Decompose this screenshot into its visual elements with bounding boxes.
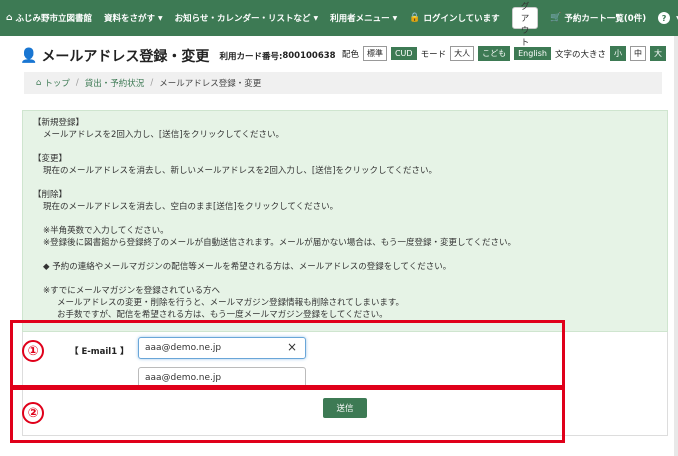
text-size-medium-button[interactable]: 中 xyxy=(630,46,646,61)
change-text: 現在のメールアドレスを消去し、新しいメールアドレスを2回入力し、[送信]をクリッ… xyxy=(43,166,438,176)
color-standard-button[interactable]: 標準 xyxy=(362,46,387,61)
text-size-large-button[interactable]: 大 xyxy=(650,46,666,61)
page-header: 👤 メールアドレス登録・変更 利用カード番号: 800100638 配色 標準 … xyxy=(0,44,678,68)
nav-news-menu[interactable]: お知らせ・カレンダー・リストなど ▼ xyxy=(169,0,324,36)
scrollbar-track[interactable] xyxy=(674,36,678,456)
new-registration-title: 【新規登録】 xyxy=(33,118,85,128)
card-number-value: 800100638 xyxy=(282,51,336,61)
color-cud-button[interactable]: CUD xyxy=(390,47,417,60)
color-scheme-label: 配色 xyxy=(341,49,359,60)
caret-down-icon: ▼ xyxy=(157,14,163,22)
annotation-number-2: ② xyxy=(22,402,44,424)
nav-search-menu[interactable]: 資料をさがす ▼ xyxy=(98,0,169,36)
home-icon: ⌂ xyxy=(6,13,13,23)
mode-label: モード xyxy=(420,49,447,60)
annotation-number-1: ① xyxy=(22,340,44,362)
note-email-request: ◆ 予約の連絡やメールマガジンの配信等メールを希望される方は、メールアドレスの登… xyxy=(43,262,452,272)
note-magazine-title: ※すでにメールマガジンを登録されている方へ xyxy=(43,286,220,296)
text-size-label: 文字の大きさ xyxy=(554,49,606,60)
nav-cart-link[interactable]: 🛒 予約カート一覧(0件) xyxy=(544,0,652,36)
card-number-label: 利用カード番号: xyxy=(219,52,283,62)
note-auto-email: ※登録後に図書館から登録終了のメールが自動送信されます。メールが届かない場合は、… xyxy=(43,238,517,248)
page-title-group: 👤 メールアドレス登録・変更 利用カード番号: 800100638 xyxy=(20,46,336,66)
nav-help-menu[interactable]: ? ▼ xyxy=(652,0,678,36)
person-icon: 👤 xyxy=(20,48,38,64)
delete-title: 【削除】 xyxy=(33,190,68,200)
logout-button[interactable]: ログアウト xyxy=(511,2,539,48)
english-button[interactable]: English xyxy=(514,47,551,60)
cart-icon: 🛒 xyxy=(550,13,562,23)
help-icon: ? xyxy=(658,12,671,24)
mode-kids-button[interactable]: こども xyxy=(478,46,511,61)
delete-text: 現在のメールアドレスを消去し、空白のまま[送信]をクリックしてください。 xyxy=(43,202,339,212)
top-navigation: ⌂ ふじみ野市立図書館 資料をさがす ▼ お知らせ・カレンダー・リストなど ▼ … xyxy=(0,0,678,48)
nav-user-label: 利用者メニュー xyxy=(330,14,390,24)
annotation-box-2 xyxy=(10,387,565,443)
lock-icon: 🔒 xyxy=(409,13,421,23)
cart-label: 予約カート一覧(0件) xyxy=(564,14,647,24)
caret-down-icon: ▼ xyxy=(392,14,398,22)
home-icon: ⌂ xyxy=(36,78,42,88)
note-magazine-warning: メールアドレスの変更・削除を行うと、メールマガジン登録情報も削除されてしまいます… xyxy=(57,298,405,308)
nav-search-label: 資料をさがす xyxy=(103,14,155,24)
note-halfwidth: ※半角英数で入力してください。 xyxy=(43,226,169,236)
nav-home-link[interactable]: ⌂ ふじみ野市立図書館 xyxy=(0,0,98,36)
breadcrumb-current: メールアドレス登録・変更 xyxy=(159,79,262,89)
login-status-label: ログインしています xyxy=(423,14,500,24)
caret-down-icon: ▼ xyxy=(313,14,319,22)
breadcrumb-home-link[interactable]: トップ xyxy=(44,77,70,89)
nav-home-label: ふじみ野市立図書館 xyxy=(15,14,92,24)
text-size-small-button[interactable]: 小 xyxy=(610,46,626,61)
display-controls: 配色 標準 CUD モード 大人 こども English 文字の大きさ 小 中 … xyxy=(340,46,668,61)
nav-login-status: 🔒 ログインしています xyxy=(403,0,505,36)
breadcrumb-lending-link[interactable]: 貸出・予約状況 xyxy=(85,77,145,89)
new-registration-text: メールアドレスを2回入力し、[送信]をクリックしてください。 xyxy=(43,130,285,140)
breadcrumb: ⌂ トップ / 貸出・予約状況 / メールアドレス登録・変更 xyxy=(24,72,662,94)
mode-adult-button[interactable]: 大人 xyxy=(450,46,475,61)
instructions-panel: 【新規登録】 メールアドレスを2回入力し、[送信]をクリックしてください。 【変… xyxy=(22,110,668,332)
page-title: メールアドレス登録・変更 xyxy=(41,49,210,65)
nav-user-menu[interactable]: 利用者メニュー ▼ xyxy=(324,0,403,36)
nav-news-label: お知らせ・カレンダー・リストなど xyxy=(174,14,311,24)
annotation-box-1 xyxy=(10,320,565,388)
change-title: 【変更】 xyxy=(33,154,68,164)
